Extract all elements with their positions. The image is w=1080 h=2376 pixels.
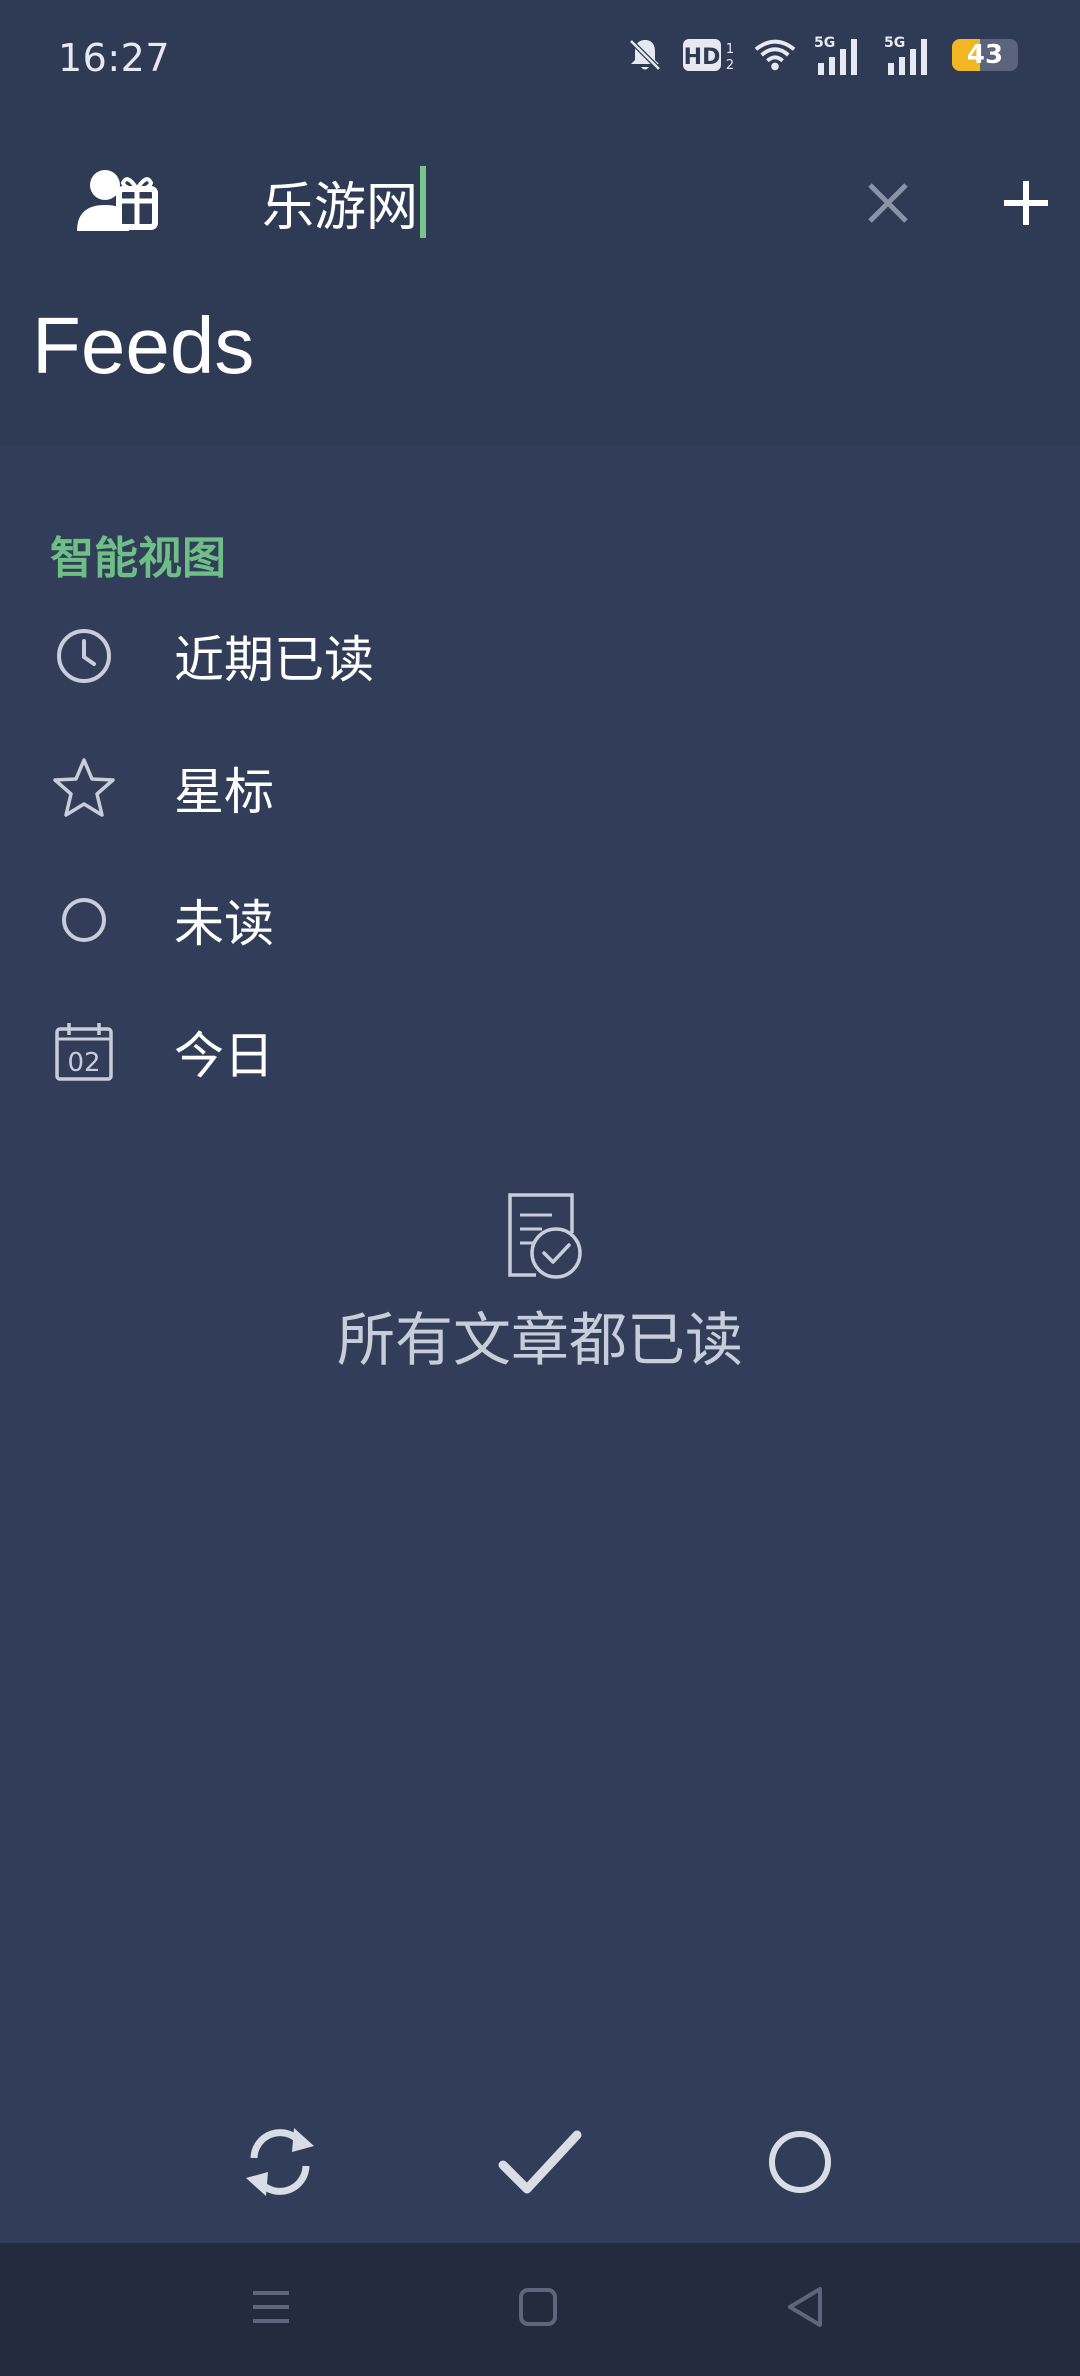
empty-state: 所有文章都已读 <box>0 1185 1080 1377</box>
smart-view-unread[interactable]: 未读 <box>0 854 1080 986</box>
user-gift-icon <box>75 165 161 239</box>
status-icons: HD 1 2 5G 5G 43 <box>624 34 1018 76</box>
plus-icon <box>1001 178 1051 232</box>
search-input-value: 乐游网 <box>262 177 419 238</box>
smart-views-list: 近期已读 星标 未读 02 今日 <box>0 590 1080 1118</box>
smart-view-label: 星标 <box>174 763 274 821</box>
navigation-bar <box>0 2243 1080 2376</box>
nav-back-button[interactable] <box>765 2273 845 2345</box>
star-icon <box>50 754 118 822</box>
battery-icon: 43 <box>952 39 1018 71</box>
battery-level: 43 <box>966 40 1004 70</box>
nav-home-button[interactable] <box>498 2273 578 2345</box>
smart-view-today[interactable]: 02 今日 <box>0 986 1080 1118</box>
header: 16:27 HD 1 2 5G 5G 43 乐游网 Feeds <box>0 0 1080 445</box>
search-input[interactable]: 乐游网 <box>262 162 802 242</box>
calendar-day: 02 <box>67 1048 100 1078</box>
signal-icon: 5G <box>812 34 866 76</box>
account-button[interactable] <box>70 162 166 242</box>
calendar-icon: 02 <box>50 1018 118 1086</box>
check-icon <box>497 2127 583 2201</box>
top-toolbar: 乐游网 <box>0 140 1080 270</box>
refresh-button[interactable] <box>225 2114 335 2214</box>
svg-text:5G: 5G <box>814 35 835 51</box>
smart-view-label: 未读 <box>174 895 274 953</box>
smart-view-label: 近期已读 <box>174 631 374 689</box>
close-icon <box>864 179 912 231</box>
smart-view-starred[interactable]: 星标 <box>0 722 1080 854</box>
text-caret <box>420 166 427 238</box>
unread-filter-button[interactable] <box>745 2114 855 2214</box>
status-bar: 16:27 HD 1 2 5G 5G 43 <box>0 0 1080 120</box>
page-title: Feeds <box>32 301 255 390</box>
mark-all-read-button[interactable] <box>485 2114 595 2214</box>
home-icon <box>517 2286 559 2332</box>
add-button[interactable] <box>986 170 1066 240</box>
hd-icon: HD 1 2 <box>682 34 738 76</box>
wifi-icon <box>754 34 796 76</box>
empty-state-text: 所有文章都已读 <box>336 1306 743 1374</box>
smart-view-recently-read[interactable]: 近期已读 <box>0 590 1080 722</box>
svg-text:1: 1 <box>726 42 734 57</box>
clear-button[interactable] <box>848 170 928 240</box>
smart-view-label: 今日 <box>174 1027 274 1085</box>
svg-text:2: 2 <box>726 58 734 73</box>
section-title-smart-views: 智能视图 <box>50 533 226 584</box>
nav-menu-button[interactable] <box>231 2273 311 2345</box>
bottom-action-bar <box>0 2090 1080 2240</box>
signal-icon: 5G <box>882 34 936 76</box>
menu-icon <box>249 2287 293 2331</box>
clock-icon <box>50 622 118 690</box>
back-icon <box>784 2285 826 2333</box>
circle-icon <box>765 2127 835 2201</box>
refresh-icon <box>238 2120 322 2208</box>
circle-icon <box>50 886 118 954</box>
hd-label: HD <box>684 45 721 70</box>
bell-off-icon <box>624 34 666 76</box>
status-time: 16:27 <box>58 36 171 80</box>
svg-text:5G: 5G <box>884 35 905 51</box>
document-check-icon <box>490 1185 590 1285</box>
